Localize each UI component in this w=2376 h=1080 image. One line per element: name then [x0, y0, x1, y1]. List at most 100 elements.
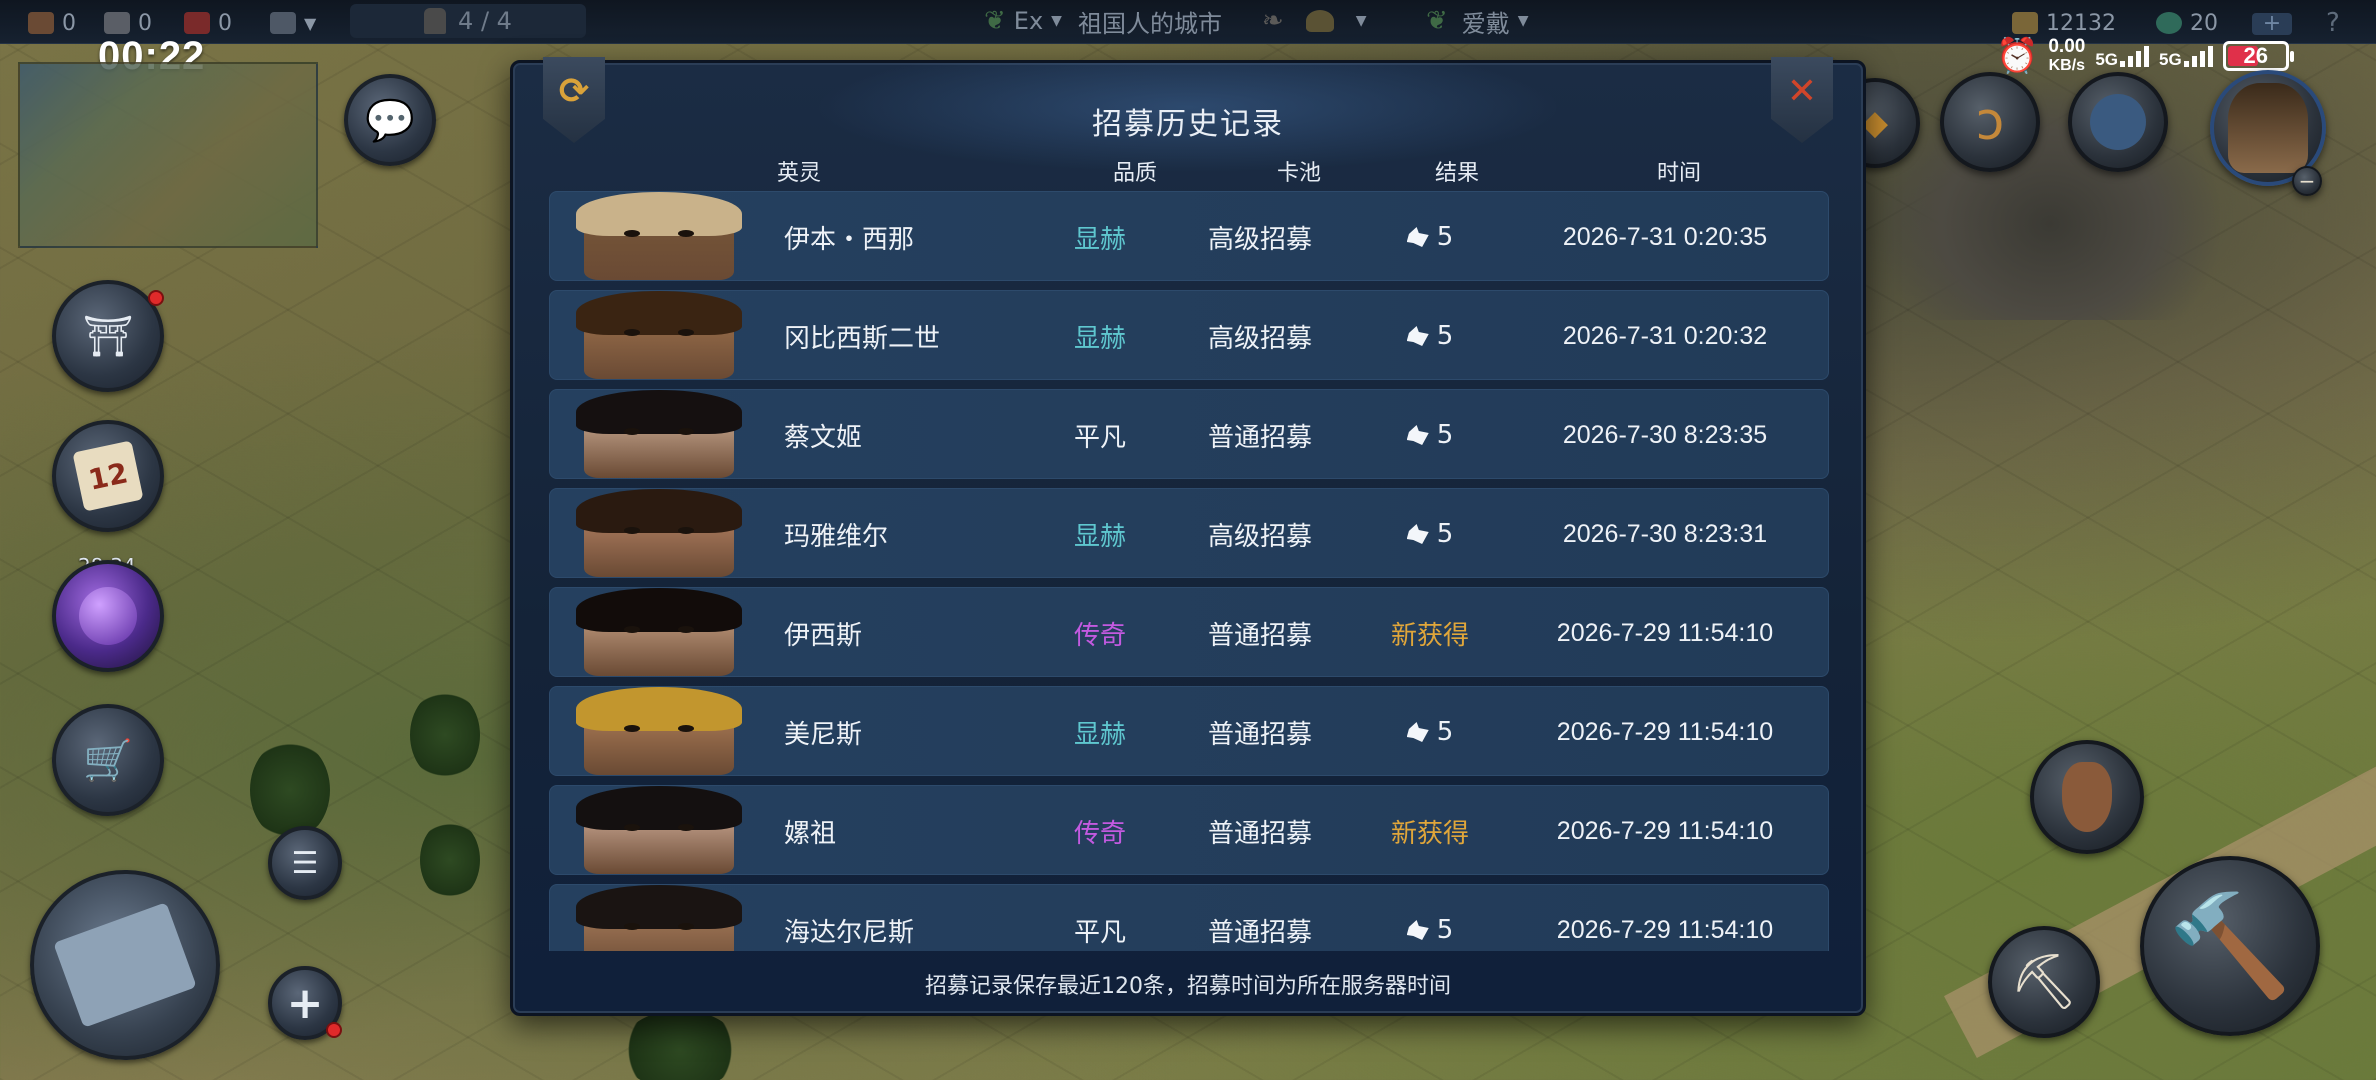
resource-stone-value: 0	[138, 10, 152, 36]
potion-button[interactable]	[52, 560, 164, 672]
potion-icon	[79, 587, 137, 645]
recruit-result-value: 5	[1436, 420, 1454, 450]
hero-name: 伊本・西那	[784, 224, 915, 255]
hero-shard-icon	[1406, 722, 1429, 742]
horn-icon: ↄ	[1975, 92, 2005, 152]
recruit-pool: 高级招募	[1207, 521, 1312, 552]
header-quality: 品质	[1112, 161, 1157, 186]
help-button[interactable]: ?	[2326, 8, 2340, 38]
world-map-button[interactable]	[30, 870, 220, 1060]
recruit-result: 5	[1370, 885, 1490, 951]
chat-button[interactable]: 💬	[344, 74, 436, 166]
collapse-button[interactable]: −	[2292, 166, 2322, 196]
resource-wood[interactable]: 0	[28, 9, 76, 37]
recruit-time: 2026-7-29 11:54:10	[1556, 816, 1774, 845]
record-row[interactable]: 冈比西斯二世 显赫 高级招募 5 2026-7-31 0:20:32	[549, 290, 1829, 381]
add-gems-button[interactable]: +	[2252, 10, 2292, 38]
recruit-pool: 普通招募	[1207, 620, 1312, 651]
hero-eyes	[624, 626, 694, 634]
hero-eyes	[624, 923, 694, 931]
alarm-icon: ⏰	[1996, 37, 2039, 75]
calendar-button[interactable]: 12	[52, 420, 164, 532]
map-tree	[420, 820, 480, 900]
minimap[interactable]	[18, 62, 318, 248]
resource-meat-value: 0	[218, 10, 232, 36]
record-row[interactable]: 嫘祖 传奇 普通招募 新获得 2026-7-29 11:54:10	[549, 785, 1829, 876]
shovel-button[interactable]: ⛏	[1988, 926, 2100, 1038]
recruit-result-value: 5	[1436, 222, 1454, 252]
map-tree	[410, 690, 480, 780]
recruit-time: 2026-7-29 11:54:10	[1556, 618, 1774, 647]
gem-resource[interactable]: 20	[2156, 9, 2218, 37]
hero-portrait	[554, 885, 764, 951]
chevron-down-icon: ▼	[1355, 13, 1367, 29]
battery-icon: 26	[2222, 41, 2294, 71]
gem-icon	[2156, 12, 2182, 34]
hero-portrait	[554, 786, 764, 876]
hero-name: 美尼斯	[784, 719, 863, 750]
recruit-result-value: 5	[1436, 321, 1454, 351]
hero-shard-icon	[1406, 227, 1429, 247]
record-row[interactable]: 蔡文姬 平凡 普通招募 5 2026-7-30 8:23:35	[549, 389, 1829, 480]
map-tree	[250, 740, 330, 840]
formation-dropdown[interactable]: ▼	[270, 9, 316, 37]
help-icon: ?	[2326, 8, 2340, 38]
network-speed-unit: KB/s	[2048, 57, 2086, 74]
recruit-result: 5	[1370, 192, 1490, 282]
laurel-icon: ❦	[1426, 6, 1448, 36]
header-result: 结果	[1434, 161, 1479, 186]
build-hammer-button[interactable]: 🔨	[2140, 856, 2320, 1036]
recruit-result: 新获得	[1370, 786, 1490, 876]
market-cart-icon: 🛒	[83, 737, 133, 784]
hero-quality: 平凡	[1073, 422, 1126, 453]
hero-quality: 传奇	[1073, 620, 1126, 651]
alliance-selector[interactable]: ❦ 爱戴 ▼	[1426, 4, 1529, 38]
footer-note: 招募记录保存最近120条，招募时间为所在服务器时间	[925, 974, 1451, 999]
avatar-icon	[2228, 83, 2308, 173]
chat-icon: 💬	[365, 97, 415, 144]
record-list[interactable]: 伊本・西那 显赫 高级招募 5 2026-7-31 0:20:35 冈比西斯二世 显赫 高级招…	[549, 191, 1829, 951]
recruit-history-modal: ⟳ ✕ 招募历史记录 英灵 品质 卡池 结果 时间 伊本・西那 显赫 高级招募 5 20…	[510, 57, 1866, 1016]
hero-portrait	[554, 192, 764, 282]
alliance-button[interactable]	[2068, 72, 2168, 172]
city-name: 祖国人的城市	[1077, 9, 1222, 38]
era-selector[interactable]: ❧ ▼	[1262, 4, 1367, 38]
city-selector[interactable]: ❦ Ex ▼ 祖国人的城市	[984, 4, 1222, 38]
chevron-down-icon: ▼	[304, 13, 317, 33]
record-row[interactable]: 玛雅维尔 显赫 高级招募 5 2026-7-30 8:23:31	[549, 488, 1829, 579]
recruit-result-value: 新获得	[1390, 620, 1469, 651]
recruit-result: 5	[1370, 489, 1490, 579]
signal-1: 5G	[2095, 45, 2150, 68]
recruit-result: 新获得	[1370, 588, 1490, 678]
recruit-pool: 普通招募	[1207, 719, 1312, 750]
resource-meat[interactable]: 0	[184, 9, 232, 37]
hero-quality: 传奇	[1073, 818, 1126, 849]
temple-icon: ⛩	[82, 313, 134, 360]
record-row[interactable]: 伊本・西那 显赫 高级招募 5 2026-7-31 0:20:35	[549, 191, 1829, 282]
recruit-time: 2026-7-29 11:54:10	[1556, 915, 1774, 944]
stone-icon	[104, 12, 130, 34]
gourd-button[interactable]	[2030, 740, 2144, 854]
hero-portrait	[554, 489, 764, 579]
modal-title: 招募历史记录	[1092, 107, 1284, 142]
gold-resource[interactable]: 12132	[2012, 9, 2116, 37]
resource-stone[interactable]: 0	[104, 9, 152, 37]
layers-button[interactable]: ☰	[268, 826, 342, 900]
network-speed-value: 0.00	[2048, 36, 2086, 57]
alliance-icon	[2090, 94, 2146, 150]
hero-shard-icon	[1406, 920, 1429, 940]
hero-eyes	[624, 824, 694, 832]
record-row[interactable]: 海达尔尼斯 平凡 普通招募 5 2026-7-29 11:54:10	[549, 884, 1829, 951]
record-row[interactable]: 伊西斯 传奇 普通招募 新获得 2026-7-29 11:54:10	[549, 587, 1829, 678]
formation-icon	[270, 12, 296, 34]
army-count-chip[interactable]: 4 / 4	[350, 4, 586, 38]
market-button[interactable]: 🛒	[52, 704, 164, 816]
map-icon	[53, 902, 197, 1028]
recruit-time: 2026-7-31 0:20:32	[1562, 321, 1768, 350]
hero-eyes	[624, 725, 694, 733]
record-row[interactable]: 美尼斯 显赫 普通招募 5 2026-7-29 11:54:10	[549, 686, 1829, 777]
horn-button[interactable]: ↄ	[1940, 72, 2040, 172]
network-speed: 0.00 KB/s	[2048, 37, 2085, 75]
hero-quality: 显赫	[1073, 224, 1126, 255]
device-status-bar: ⏰ 0.00 KB/s 5G 5G 26	[1996, 36, 2294, 76]
